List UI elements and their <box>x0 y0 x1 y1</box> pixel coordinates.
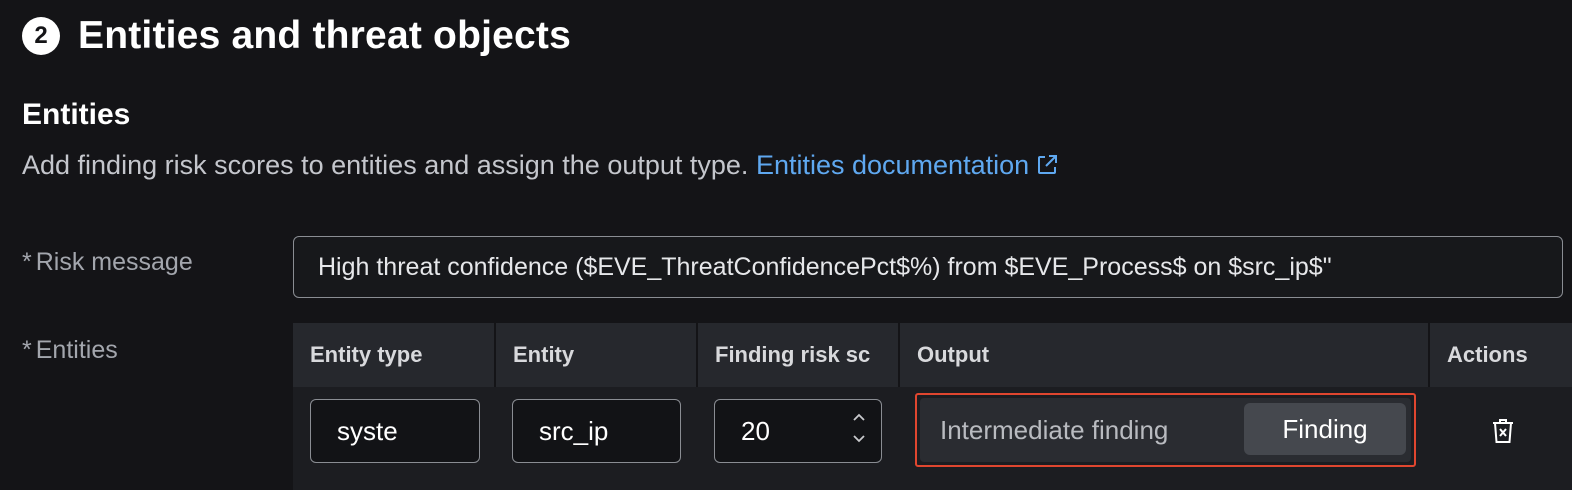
delete-row-button[interactable] <box>1488 416 1518 446</box>
column-header-output: Output <box>900 323 1430 387</box>
score-stepper[interactable] <box>851 406 867 450</box>
output-option-intermediate-finding[interactable]: Intermediate finding <box>940 398 1168 462</box>
column-header-actions: Actions <box>1447 342 1528 367</box>
external-link-icon <box>1035 153 1059 184</box>
risk-message-label: * Risk message <box>22 248 193 277</box>
entities-documentation-link[interactable]: Entities documentation <box>756 150 1059 180</box>
description-text: Add finding risk scores to entities and … <box>22 150 749 180</box>
output-option-finding[interactable]: Finding <box>1244 403 1406 455</box>
documentation-link-label: Entities documentation <box>755 150 1030 180</box>
section-heading: 2 Entities and threat objects <box>22 14 571 58</box>
column-header-entity-type: Entity type <box>293 323 496 387</box>
entity-input[interactable]: src_ip <box>512 399 681 463</box>
required-asterisk: * <box>22 248 32 276</box>
output-options: Intermediate finding Finding <box>920 398 1411 462</box>
entities-table: Entity type Entity Finding risk sc Outpu… <box>293 323 1572 490</box>
entities-label-text: Entities <box>35 336 118 364</box>
entity-type-input[interactable]: syste <box>310 399 480 463</box>
chevron-up-icon[interactable] <box>852 406 866 428</box>
column-header-entity: Entity <box>496 323 698 387</box>
entities-heading: Entities <box>22 98 131 131</box>
entities-threat-objects-panel: 2 Entities and threat objects Entities A… <box>0 0 1572 490</box>
entities-label: * Entities <box>22 336 118 365</box>
chevron-down-icon[interactable] <box>852 428 866 450</box>
table-header: Entity type Entity Finding risk sc Outpu… <box>293 323 1572 387</box>
risk-message-input[interactable]: High threat confidence ($EVE_ThreatConfi… <box>293 236 1563 298</box>
output-segmented-control: Intermediate finding Finding <box>915 393 1416 467</box>
risk-message-label-text: Risk message <box>35 248 193 276</box>
finding-risk-score-input[interactable]: 20 <box>714 399 882 463</box>
step-number-badge: 2 <box>22 17 60 55</box>
trash-icon <box>1493 419 1513 443</box>
required-asterisk: * <box>22 336 32 364</box>
entities-description: Add finding risk scores to entities and … <box>22 150 1059 184</box>
column-header-finding-risk-score: Finding risk sc <box>698 323 900 387</box>
section-title: Entities and threat objects <box>78 14 571 57</box>
finding-risk-score-value: 20 <box>741 415 770 446</box>
